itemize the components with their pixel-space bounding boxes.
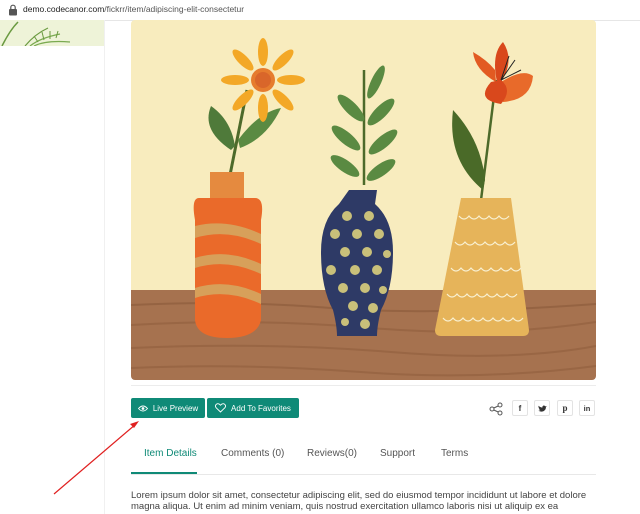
linkedin-share-button[interactable]: in: [579, 400, 595, 416]
sidebar-thumbnail[interactable]: [0, 20, 104, 46]
url-path: /fickrr/item/adipiscing-elit-consectetur: [104, 4, 245, 14]
add-to-favorites-label: Add To Favorites: [231, 403, 291, 413]
url-host: demo.codecanor.com: [23, 4, 105, 14]
live-preview-button[interactable]: Live Preview: [131, 398, 205, 418]
pinterest-icon: p: [562, 403, 568, 413]
eye-icon: [137, 405, 148, 411]
pinterest-share-button[interactable]: p: [557, 400, 573, 416]
section-divider: [131, 385, 596, 386]
live-preview-label: Live Preview: [152, 403, 199, 413]
tab-terms[interactable]: Terms: [441, 448, 468, 459]
linkedin-icon: in: [583, 403, 591, 413]
lock-icon: [9, 4, 17, 16]
heart-icon: [215, 403, 227, 413]
leaf-illustration: [1, 21, 71, 46]
tab-item-details[interactable]: Item Details: [144, 448, 197, 459]
tab-support[interactable]: Support: [380, 448, 415, 459]
item-description: Lorem ipsum dolor sit amet, consectetur …: [131, 490, 587, 512]
tab-reviews[interactable]: Reviews(0): [307, 448, 357, 459]
item-tabs: Item Details Comments (0) Reviews(0) Sup…: [131, 440, 596, 475]
twitter-share-button[interactable]: [534, 400, 550, 416]
tab-comments[interactable]: Comments (0): [221, 448, 284, 459]
browser-url-bar[interactable]: demo.codecanor.com/fickrr/item/adipiscin…: [0, 0, 640, 21]
facebook-icon: f: [518, 403, 522, 413]
share-icon[interactable]: [489, 402, 503, 416]
url-text: demo.codecanor.com/fickrr/item/adipiscin…: [23, 4, 244, 14]
facebook-share-button[interactable]: f: [512, 400, 528, 416]
twitter-icon: [537, 405, 547, 412]
item-preview-image: [131, 20, 596, 380]
add-to-favorites-button[interactable]: Add To Favorites: [207, 398, 299, 418]
active-tab-indicator: [131, 472, 197, 474]
column-divider: [104, 20, 105, 514]
